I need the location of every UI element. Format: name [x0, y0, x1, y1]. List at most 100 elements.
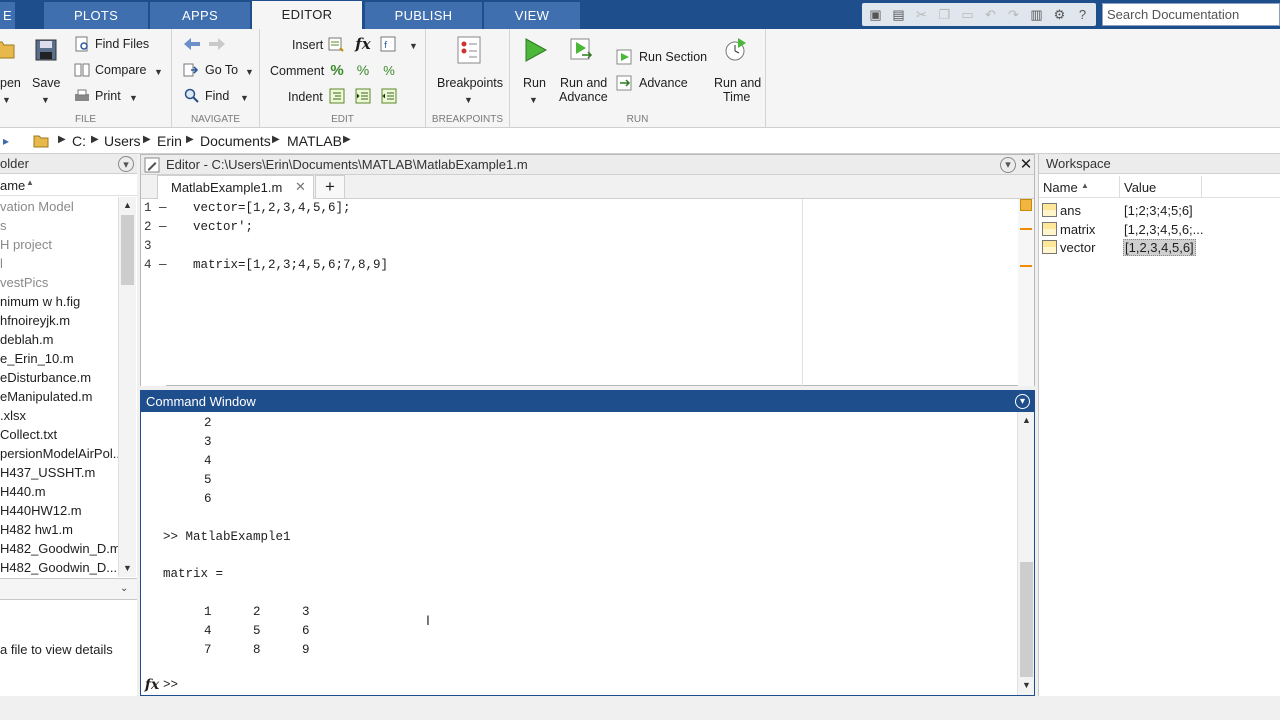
list-item[interactable]: vestPics [0, 275, 48, 290]
editor-actions-icon[interactable]: ▾ [1000, 157, 1016, 173]
code-line[interactable]: matrix=[1,2,3;4,5,6;7,8,9] [193, 258, 388, 272]
tab-close-icon[interactable]: ✕ [295, 179, 306, 195]
list-item[interactable]: Collect.txt [0, 427, 57, 442]
search-documentation-input[interactable]: Search Documentation [1102, 3, 1280, 26]
details-collapse-icon[interactable]: ⌄ [120, 583, 128, 594]
list-item[interactable]: persionModelAirPol... [0, 446, 118, 461]
back-arrow-icon[interactable] [182, 35, 202, 53]
breadcrumb-erin[interactable]: Erin [157, 133, 182, 149]
find-files-button[interactable]: Find Files [95, 37, 149, 52]
list-item[interactable]: .xlsx [0, 408, 26, 423]
new-tab-plus-icon[interactable]: + [315, 175, 345, 199]
open-dropdown-icon[interactable]: ▼ [2, 93, 11, 108]
list-item[interactable]: H440HW12.m [0, 503, 82, 518]
code-line[interactable]: vector'; [193, 220, 253, 234]
run-and-advance-button-line1[interactable]: Run and [560, 76, 607, 91]
close-icon[interactable]: ✕ [1018, 156, 1034, 174]
run-button[interactable]: Run [523, 76, 546, 91]
command-prompt-input[interactable]: >> [163, 678, 178, 692]
run-dropdown-icon[interactable]: ▼ [529, 93, 538, 108]
panel-actions-icon[interactable]: ▾ [118, 156, 134, 172]
command-output[interactable]: 2 3 4 5 6 >> MatlabExample1 matrix = 1 2… [141, 412, 1017, 695]
paste-icon[interactable]: ▭ [957, 4, 978, 25]
list-item[interactable]: H482_Goodwin_D... [0, 560, 117, 575]
breadcrumb-c-drive[interactable]: C: [72, 133, 86, 149]
undo-icon[interactable]: ↶ [980, 4, 1001, 25]
table-row[interactable]: vector [1,2,3,4,5,6] [1039, 239, 1280, 257]
layout-icon[interactable]: ▣ [865, 4, 886, 25]
find-dropdown-icon[interactable]: ▼ [240, 91, 249, 106]
run-and-time-button-line1[interactable]: Run and [714, 76, 761, 91]
folder-icon[interactable] [32, 132, 50, 149]
list-item[interactable]: eDisturbance.m [0, 370, 91, 385]
tab-apps[interactable]: APPS [150, 2, 250, 29]
go-to-button[interactable]: Go To [205, 63, 238, 78]
list-item[interactable]: nimum w h.fig [0, 294, 80, 309]
print-dropdown-icon[interactable]: ▼ [129, 91, 138, 106]
run-and-time-button-line2[interactable]: Time [723, 90, 750, 105]
list-item[interactable]: deblah.m [0, 332, 53, 347]
command-window-scrollbar[interactable]: ▲ ▼ [1017, 412, 1034, 695]
breakpoints-button[interactable]: Breakpoints [437, 76, 503, 91]
warning-indicator[interactable] [1020, 199, 1032, 211]
save-dropdown-icon[interactable]: ▼ [41, 93, 50, 108]
tab-view[interactable]: VIEW [484, 2, 580, 29]
copy-icon[interactable]: ❐ [934, 4, 955, 25]
list-item[interactable]: hfnoireyjk.m [0, 313, 70, 328]
tab-home[interactable]: E [0, 2, 15, 29]
column-header-name[interactable]: ame [0, 178, 25, 193]
go-to-dropdown-icon[interactable]: ▼ [245, 65, 254, 80]
insert-function-icon[interactable]: fx [353, 34, 373, 54]
tab-plots[interactable]: PLOTS [44, 2, 148, 29]
editor-file-tab[interactable]: MatlabExample1.m ✕ [157, 175, 314, 199]
insert-dropdown-icon[interactable]: ▼ [409, 39, 418, 54]
list-item[interactable]: H440.m [0, 484, 46, 499]
browse-arrow-icon[interactable]: ▸ [0, 133, 12, 149]
save-icon[interactable]: ▤ [888, 4, 909, 25]
run-and-advance-button-line2[interactable]: Advance [559, 90, 608, 105]
scroll-down-icon[interactable]: ▼ [1022, 680, 1031, 690]
switch-windows-icon[interactable]: ▥ [1026, 4, 1047, 25]
list-item[interactable]: l [0, 256, 3, 271]
breakpoints-dropdown-icon[interactable]: ▼ [464, 93, 473, 108]
list-item[interactable]: H437_USSHT.m [0, 465, 95, 480]
list-item[interactable]: H project [0, 237, 52, 252]
scrollbar-thumb[interactable] [1020, 562, 1033, 677]
uncomment-icon[interactable]: % [354, 61, 372, 79]
smart-indent-icon[interactable] [328, 87, 346, 105]
tab-publish[interactable]: PUBLISH [365, 2, 482, 29]
list-item[interactable]: H482 hw1.m [0, 522, 73, 537]
tab-editor[interactable]: EDITOR [252, 1, 362, 29]
compare-button[interactable]: Compare [95, 63, 146, 78]
folder-scrollbar[interactable]: ▲ ▼ [118, 197, 136, 577]
list-item[interactable]: s [0, 218, 7, 233]
code-line[interactable]: vector=[1,2,3,4,5,6]; [193, 201, 351, 215]
scroll-up-icon[interactable]: ▲ [1022, 415, 1031, 425]
increase-indent-icon[interactable] [354, 87, 372, 105]
list-item[interactable]: eManipulated.m [0, 389, 93, 404]
list-item[interactable]: e_Erin_10.m [0, 351, 74, 366]
command-window-actions-icon[interactable]: ▾ [1015, 394, 1030, 409]
breadcrumb-users[interactable]: Users [104, 133, 141, 149]
print-button[interactable]: Print [95, 89, 121, 104]
scrollbar-thumb[interactable] [121, 215, 134, 285]
advance-button[interactable]: Advance [639, 76, 688, 91]
table-row[interactable]: matrix [1,2,3;4,5,6;... [1039, 221, 1280, 239]
breadcrumb-documents[interactable]: Documents [200, 133, 271, 149]
save-button[interactable]: Save [32, 76, 61, 91]
warning-marker[interactable] [1020, 265, 1032, 267]
compare-dropdown-icon[interactable]: ▼ [154, 65, 163, 80]
comment-percent-icon[interactable]: % [328, 61, 346, 79]
cut-icon[interactable]: ✂ [911, 4, 932, 25]
find-button[interactable]: Find [205, 89, 229, 104]
wrap-comments-icon[interactable]: % [380, 61, 398, 79]
table-row[interactable]: ans [1;2;3;4;5;6] [1039, 202, 1280, 220]
help-options-icon[interactable]: ⚙ [1049, 4, 1070, 25]
help-icon[interactable]: ? [1072, 4, 1093, 25]
insert-fi-icon[interactable]: f [378, 35, 398, 53]
scroll-up-icon[interactable]: ▲ [123, 200, 132, 210]
scroll-down-icon[interactable]: ▼ [123, 563, 132, 573]
list-item[interactable]: H482_Goodwin_D.m [0, 541, 118, 556]
list-item[interactable]: vation Model [0, 199, 74, 214]
column-header-name[interactable]: Name [1043, 180, 1078, 195]
